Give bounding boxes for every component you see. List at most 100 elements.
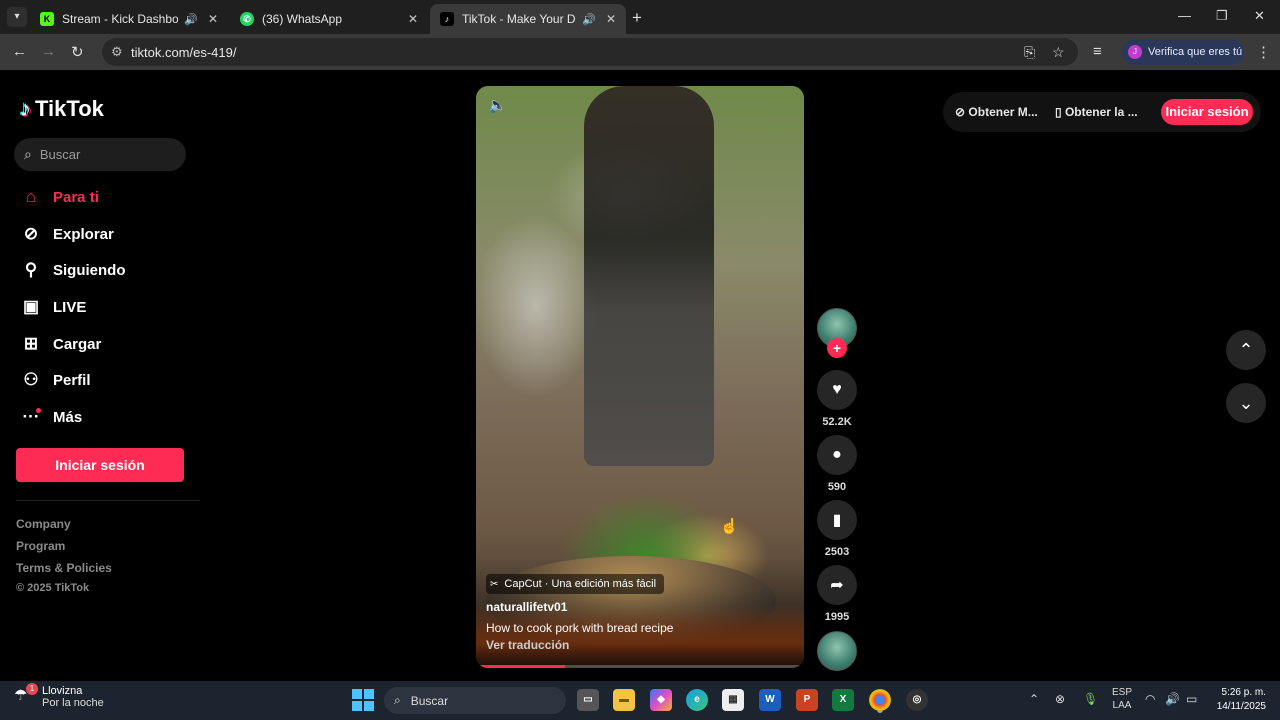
nav-label: Más <box>53 408 83 426</box>
nav-item-siguiendo[interactable]: ⚲ Siguiendo <box>20 256 126 284</box>
volume-icon[interactable]: 🔊 <box>1165 692 1180 706</box>
minimize-icon[interactable]: — <box>1178 8 1191 23</box>
url-text[interactable]: tiktok.com/es-419/ <box>131 45 237 60</box>
copyright-text: © 2025 TikTok <box>16 582 90 594</box>
upload-icon: ⊞ <box>23 334 39 353</box>
tab-search-icon[interactable]: ▾ <box>7 7 27 27</box>
nav-item-live[interactable]: ▣ LIVE <box>20 293 86 321</box>
close-icon[interactable]: ✕ <box>208 12 218 26</box>
edge-icon[interactable]: e <box>686 689 708 711</box>
browser-menu-icon[interactable]: ⋮ <box>1256 43 1271 61</box>
nav-label: Para ti <box>53 188 99 206</box>
music-disc-avatar[interactable] <box>817 631 857 671</box>
chevron-down-icon: ⌄ <box>1238 392 1254 413</box>
taskbar-search-label: Buscar <box>410 693 449 708</box>
top-right-actions: ⊘ Obtener M... ▯ Obtener la ... Iniciar … <box>943 92 1261 132</box>
comment-button[interactable]: ● <box>817 435 857 475</box>
sidebar-login-button[interactable]: Iniciar sesión <box>16 448 184 482</box>
back-icon[interactable]: ← <box>12 43 27 60</box>
site-info-icon[interactable]: ⚙ <box>111 44 123 60</box>
weather-widget[interactable]: ☂ 1 Llovizna Por la noche <box>14 683 104 709</box>
search-box[interactable]: ⌕ <box>14 138 186 171</box>
forward-icon[interactable]: → <box>41 43 56 60</box>
nav-item-para-ti[interactable]: ⌂ Para ti <box>20 183 99 211</box>
see-translation-link[interactable]: Ver traducción <box>486 638 569 652</box>
address-bar[interactable]: ⚙ tiktok.com/es-419/ ⎘ ☆ <box>102 38 1078 66</box>
save-button[interactable]: ▮ <box>817 500 857 540</box>
nav-item-cargar[interactable]: ⊞ Cargar <box>20 330 101 358</box>
comment-icon: ● <box>832 446 842 463</box>
notification-dot <box>36 408 41 413</box>
nav-item-mas[interactable]: ··· Más <box>20 403 83 431</box>
store-icon[interactable]: ▦ <box>722 689 744 711</box>
tab-kick[interactable]: K Stream - Kick Dashboard 🔊 ✕ <box>30 4 228 34</box>
file-explorer-icon[interactable]: ▬ <box>613 689 635 711</box>
tiktok-note-icon: ♪ <box>20 96 31 121</box>
header-login-button[interactable]: Iniciar sesión <box>1161 99 1253 125</box>
next-video-button[interactable]: ⌄ <box>1226 383 1266 423</box>
footer-link-program[interactable]: Program <box>16 539 65 553</box>
speaker-icon[interactable]: 🔊 <box>184 13 198 26</box>
bookmark-icon: ▮ <box>832 512 842 529</box>
home-icon: ⌂ <box>25 187 37 206</box>
video-progress-fill <box>476 665 565 668</box>
share-button[interactable]: ➦ <box>817 565 857 605</box>
word-icon[interactable]: W <box>759 689 781 711</box>
get-app-link-1[interactable]: ⊘ Obtener M... <box>955 105 1038 119</box>
network-off-icon[interactable]: ⊗ <box>1055 692 1065 706</box>
video-player[interactable]: 🔈 ✂ CapCut · Una edición más fácil natur… <box>476 86 804 668</box>
reload-icon[interactable]: ↻ <box>71 43 84 61</box>
like-button[interactable]: ♥ <box>817 370 857 410</box>
verify-identity-button[interactable]: J Verifica que eres tú <box>1122 39 1244 65</box>
close-icon[interactable]: ✕ <box>408 12 418 26</box>
nav-item-perfil[interactable]: ⚇ Perfil <box>20 366 90 394</box>
new-tab-icon[interactable]: + <box>632 8 642 28</box>
video-description: How to cook pork with bread recipe <box>486 621 674 635</box>
window-close-icon[interactable]: ✕ <box>1254 8 1265 24</box>
copilot-icon[interactable]: ◆ <box>650 689 672 711</box>
speaker-icon[interactable]: 🔊 <box>582 13 596 26</box>
close-icon[interactable]: ✕ <box>606 12 616 26</box>
footer-link-company[interactable]: Company <box>16 517 71 531</box>
browser-toolbar: ← → ↻ ⚙ tiktok.com/es-419/ ⎘ ☆ ≡ J Verif… <box>0 34 1280 70</box>
tab-whatsapp[interactable]: ✆ (36) WhatsApp ✕ <box>230 4 428 34</box>
task-view-icon[interactable]: ▭ <box>577 689 599 711</box>
search-input[interactable] <box>39 147 160 162</box>
phone-icon: ▯ <box>1055 105 1062 119</box>
profile-icon: ⚇ <box>23 370 39 389</box>
share-icon: ➦ <box>830 577 844 594</box>
tray-overflow-icon[interactable]: ⌃ <box>1029 692 1039 706</box>
language-indicator[interactable]: ESP LAA <box>1112 686 1132 712</box>
tab-tiktok[interactable]: ♪ TikTok - Make Your Day 🔊 ✕ <box>430 4 626 34</box>
nav-item-explorar[interactable]: ⊘ Explorar <box>20 220 114 248</box>
video-author[interactable]: naturallifetv01 <box>486 600 567 614</box>
footer-link-terms[interactable]: Terms & Policies <box>16 561 112 575</box>
microphone-icon[interactable]: 🎙 <box>1083 692 1098 706</box>
search-icon: ⌕ <box>24 146 32 162</box>
volume-icon[interactable]: 🔈 <box>488 96 507 114</box>
video-frame-person <box>584 86 714 466</box>
bookmark-star-icon[interactable]: ☆ <box>1052 44 1065 61</box>
capcut-tag[interactable]: ✂ CapCut · Una edición más fácil <box>486 574 665 594</box>
maximize-icon[interactable]: ❐ <box>1216 8 1228 24</box>
chevron-up-icon: ⌃ <box>1238 339 1254 360</box>
get-app-link-2[interactable]: ▯ Obtener la ... <box>1055 105 1138 119</box>
chrome-icon[interactable] <box>869 689 891 711</box>
media-controls-icon[interactable]: ≡ <box>1093 43 1102 60</box>
follow-plus-icon[interactable]: + <box>827 338 847 358</box>
system-clock[interactable]: 5:26 p. m. 14/11/2025 <box>1206 686 1266 714</box>
install-app-icon[interactable]: ⎘ <box>1024 44 1035 61</box>
powerpoint-icon[interactable]: P <box>796 689 818 711</box>
video-progress-bar[interactable] <box>476 665 804 668</box>
excel-icon[interactable]: X <box>832 689 854 711</box>
tiktok-logo[interactable]: ♪ TikTok <box>20 96 104 122</box>
battery-icon[interactable]: ▭ <box>1186 692 1197 706</box>
previous-video-button[interactable]: ⌃ <box>1226 330 1266 370</box>
taskbar-search[interactable]: ⌕ Buscar <box>384 687 566 714</box>
wifi-icon[interactable]: ◠ <box>1145 692 1155 706</box>
save-count: 2503 <box>824 546 850 558</box>
mouse-cursor-icon: ☝ <box>720 518 739 535</box>
windows-start-icon[interactable] <box>352 689 374 711</box>
heart-icon: ♥ <box>832 381 842 398</box>
obs-icon[interactable]: ◎ <box>906 689 928 711</box>
